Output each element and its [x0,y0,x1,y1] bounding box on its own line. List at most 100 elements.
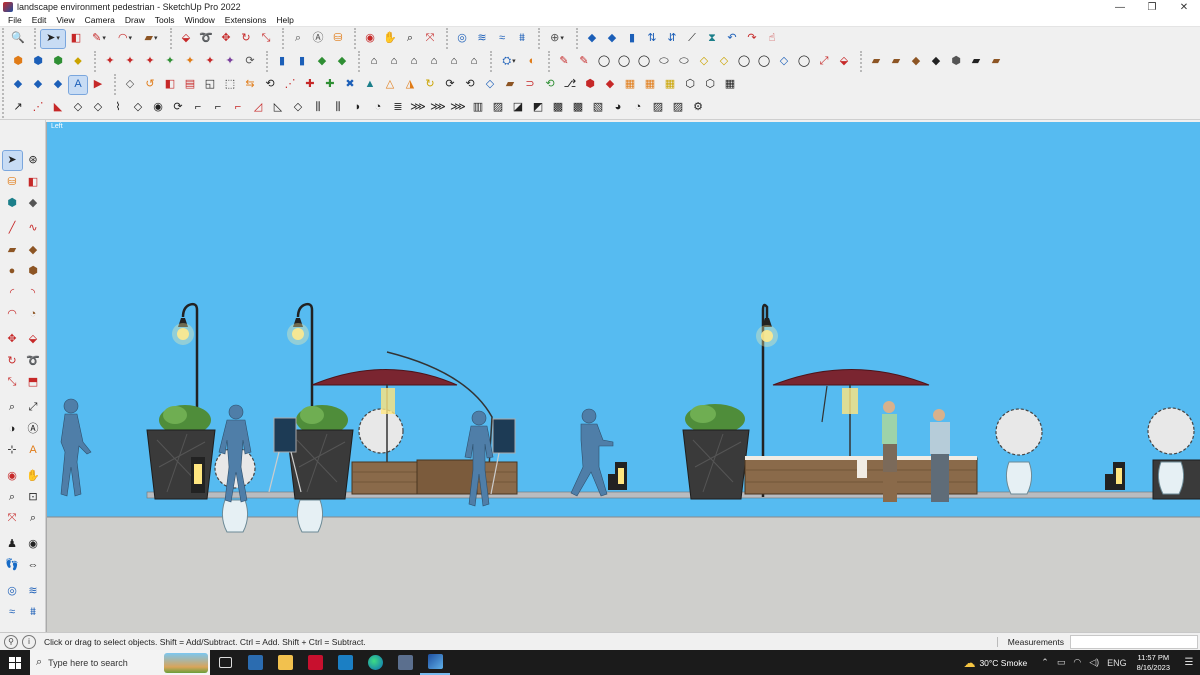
tool-3l-icon[interactable]: ✖ [341,76,359,94]
sandbox-smoove-tool-icon[interactable]: ≈ [3,603,22,622]
menu-window[interactable]: Window [180,15,220,25]
curviloft-2-icon[interactable]: ✎ [575,53,593,71]
curviloft-6-icon[interactable]: ⬭ [655,53,673,71]
tool-4j-icon[interactable]: ⌐ [189,99,207,117]
tool-3aa-icon[interactable]: ▦ [641,76,659,94]
zoom-camera-icon[interactable]: ⌕ [401,30,419,48]
extension-1-icon[interactable]: ◆ [583,30,601,48]
tool-3b-icon[interactable]: ↺ [141,76,159,94]
section-plane-tool-icon[interactable]: ⇔ [24,556,43,575]
tool-3e-icon[interactable]: ◱ [201,76,219,94]
three-point-arc-icon[interactable]: ◠ [3,305,22,324]
curviloft-13-icon[interactable]: ◯ [795,53,813,71]
menu-draw[interactable]: Draw [120,15,150,25]
tool-3k-icon[interactable]: ✚ [321,76,339,94]
orbit-icon[interactable]: ◉ [361,30,379,48]
tool-4b-icon[interactable]: ⋰ [29,99,47,117]
view-3-icon[interactable]: ◆ [313,53,331,71]
pan-icon[interactable]: ✋ [381,30,399,48]
sandbox-stamp-tool-icon[interactable]: ⩩ [24,603,43,622]
autocad-app-icon[interactable] [300,650,330,675]
tool-3z-icon[interactable]: ▦ [621,76,639,94]
notifications-icon[interactable]: ☰ [1178,650,1200,675]
tool-4ah-icon[interactable]: ▨ [669,99,687,117]
joint-4-icon[interactable]: A [68,74,88,95]
zoom-tool-icon[interactable]: ⌕ [3,488,22,507]
view-1-icon[interactable]: ▮ [273,53,291,71]
follow-me-icon[interactable]: ➰ [197,30,215,48]
tool-4f-icon[interactable]: ⌇ [109,99,127,117]
measurements-input[interactable] [1070,634,1198,649]
tool-4e-icon[interactable]: ◇ [89,99,107,117]
info-icon[interactable]: i [22,634,36,649]
extension-5-icon[interactable]: ⇵ [663,30,681,48]
lasso-icon[interactable]: ⊛ [24,151,43,170]
tool-4z-icon[interactable]: ◪ [509,99,527,117]
tool-4aa-icon[interactable]: ◩ [529,99,547,117]
extension-4-icon[interactable]: ⇅ [643,30,661,48]
wifi-icon[interactable]: ◠ [1073,657,1081,668]
menu-extensions[interactable]: Extensions [220,15,272,25]
start-button[interactable] [0,650,30,675]
sandbox-from-scratch-icon[interactable]: ≋ [24,582,43,601]
restore-button[interactable]: ❐ [1136,0,1168,14]
top-view-icon[interactable]: ⌂ [385,53,403,71]
line-tool-icon[interactable]: ╱ [3,219,22,238]
tool-3a-icon[interactable]: ◇ [121,76,139,94]
front-view-icon[interactable]: ⌂ [405,53,423,71]
tool-4l-icon[interactable]: ⌐ [229,99,247,117]
extension-7-icon[interactable]: ⧗ [703,30,721,48]
pan-tool-icon[interactable]: ✋ [24,467,43,486]
task-view-icon[interactable] [210,650,240,675]
eraser-tool-icon[interactable]: ◧ [24,173,43,192]
walk-tool-icon[interactable]: 👣 [3,556,22,575]
text-icon[interactable]: Ⓐ [309,30,327,48]
tool-4x-icon[interactable]: ▥ [469,99,487,117]
taskbar-search[interactable]: ⌕ Type here to search [30,650,210,675]
curviloft-9-icon[interactable]: ◇ [715,53,733,71]
components-icon[interactable]: ⛭ [497,53,521,71]
fredo-7-icon[interactable]: ✦ [221,53,239,71]
rectangle-tool-icon[interactable]: ▰ [3,241,22,260]
orbit-tool-icon[interactable]: ◉ [3,467,22,486]
tool-3y-icon[interactable]: ◆ [601,76,619,94]
tool-4r-icon[interactable]: ◗ [349,99,367,117]
tool-3ae-icon[interactable]: ▦ [721,76,739,94]
push-pull-icon[interactable]: ⬙ [177,30,195,48]
axes-tool-icon[interactable]: ⊹ [3,441,22,460]
zoom-extents-icon[interactable]: ⤧ [421,30,439,48]
solid-4-icon[interactable]: ⬥ [69,53,87,71]
select-tool-icon[interactable]: ➤ [1,150,23,172]
fredo-6-icon[interactable]: ✦ [201,53,219,71]
fredo-1-icon[interactable]: ✦ [101,53,119,71]
fredo-8-icon[interactable]: ⟳ [241,53,259,71]
zoom-extents-tool-icon[interactable]: ⤧ [3,509,22,528]
rotate-tool-icon[interactable]: ↻ [3,352,22,371]
tool-4y-icon[interactable]: ▨ [489,99,507,117]
tool-3p-icon[interactable]: ↻ [421,76,439,94]
sketchup-layout-icon[interactable] [390,650,420,675]
curviloft-5-icon[interactable]: ◯ [635,53,653,71]
material-4-icon[interactable]: ◆ [927,53,945,71]
arc-icon[interactable]: ◠ [113,30,137,48]
tool-4af-icon[interactable]: ◔ [629,99,647,117]
tool-3x-icon[interactable]: ⬢ [581,76,599,94]
menu-help[interactable]: Help [271,15,298,25]
tape-measure-icon[interactable]: ⌕ [289,30,307,48]
zoom-icon[interactable]: 🔍 [9,30,27,48]
make-component-icon[interactable]: ⬢ [3,194,22,213]
tool-4m-icon[interactable]: ◿ [249,99,267,117]
tool-4ab-icon[interactable]: ▩ [549,99,567,117]
curviloft-10-icon[interactable]: ◯ [735,53,753,71]
previous-view-icon[interactable]: ⌕ [24,509,43,528]
photoshop-app-icon[interactable] [330,650,360,675]
edge-browser-icon[interactable] [360,650,390,675]
tool-4h-icon[interactable]: ◉ [149,99,167,117]
menu-edit[interactable]: Edit [27,15,52,25]
sandbox-scratch-icon[interactable]: ≋ [473,30,491,48]
scale-icon[interactable]: ⤡ [257,30,275,48]
tape-measure-tool-icon[interactable]: ⌕ [3,398,22,417]
tool-3f-icon[interactable]: ⬚ [221,76,239,94]
tool-4v-icon[interactable]: ⋙ [429,99,447,117]
undo-icon[interactable]: ↶ [723,30,741,48]
